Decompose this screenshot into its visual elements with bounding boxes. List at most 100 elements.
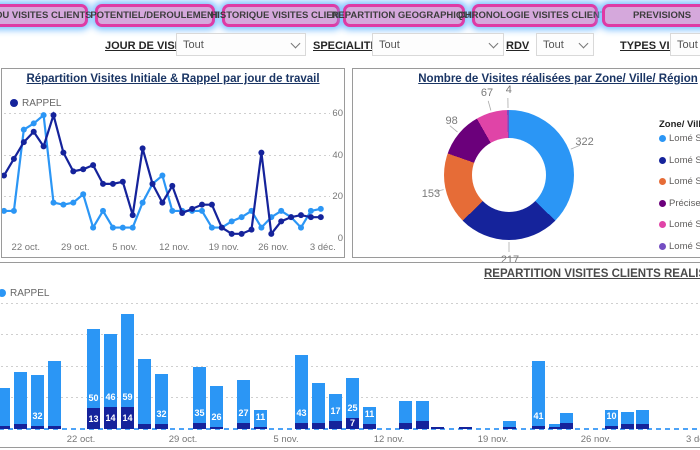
bar-value-label: 32 <box>154 409 170 419</box>
bar-value-label: 17 <box>328 406 344 416</box>
nav-tab-previsions[interactable]: PREVISIONS <box>602 4 700 27</box>
filter-dropdown-0[interactable]: Tout <box>176 33 306 56</box>
bar-segment-dark <box>210 427 223 429</box>
bar-segment-dark <box>503 427 516 429</box>
filter-value-3: Tout <box>677 39 700 51</box>
dashboard: ENDU VISITES CLIENTS POTENTIEL/DEROULEMEN… <box>0 0 700 450</box>
bar-chart-panel: REPARTITION VISITES CLIENTS REALISEES PA… <box>0 262 700 448</box>
bar-segment-dark <box>237 423 250 429</box>
bar-value-label: 11 <box>253 412 269 422</box>
legend-dot <box>659 200 666 207</box>
x-axis-label: 26 nov. <box>576 434 616 445</box>
bar-segment-dark <box>295 423 308 429</box>
filter-label-2: RDV <box>506 40 529 52</box>
bar-value-label: 41 <box>531 411 547 421</box>
bar-segment-light <box>636 410 649 424</box>
bar-segment-dark <box>399 423 412 429</box>
nav-tab-historique-visites-clients[interactable]: HISTORIQUE VISITES CLIENTS <box>222 4 340 27</box>
filter-value-2: Tout <box>543 39 580 51</box>
bar-segment-light <box>48 361 61 426</box>
bar-segment-light <box>416 401 429 422</box>
x-axis-label: 19 nov. <box>473 434 513 445</box>
bar-segment-dark <box>31 426 44 429</box>
bar-value-label: 25 <box>345 403 361 413</box>
line-series-svg <box>2 69 346 259</box>
bar-value-label: 35 <box>192 408 208 418</box>
nav-tab-chronologie-visites-clients[interactable]: CHRONOLOGIE VISITES CLIENTS <box>472 4 598 27</box>
legend-dot <box>659 135 666 142</box>
nav-tab-endu-visites-clients[interactable]: ENDU VISITES CLIENTS <box>0 4 88 27</box>
filter-value-0: Tout <box>183 39 292 51</box>
bar-segment-dark <box>636 424 649 429</box>
bar-segment-light <box>312 383 325 423</box>
bar-segment-light <box>14 372 27 424</box>
bar-segment-light <box>560 413 573 422</box>
bar-segment-dark <box>138 424 151 429</box>
filter-dropdown-3[interactable]: Tout <box>670 33 700 56</box>
bar-segment-dark <box>14 424 27 429</box>
bar-value-label: 50 <box>86 393 102 403</box>
legend-label: Lomé Sec <box>669 155 700 166</box>
donut-chart-plot: 32221715398674 <box>353 69 700 259</box>
bar-value-label-dark: 7 <box>345 418 361 428</box>
legend-label: Lomé Sec <box>669 241 700 252</box>
bar-segment-dark <box>312 423 325 429</box>
x-axis-label: 3 déc. <box>679 434 700 445</box>
bar-segment-light <box>138 359 151 424</box>
bar-value-label: 59 <box>120 392 136 402</box>
legend-dot <box>659 178 666 185</box>
chevron-down-icon <box>489 38 499 48</box>
legend-label: Lomé Sec <box>669 133 700 144</box>
x-axis-label: 5 nov. <box>266 434 306 445</box>
bar-segment-dark <box>48 426 61 429</box>
legend-dot <box>659 221 666 228</box>
filter-value-1: Tout <box>379 39 490 51</box>
donut-value-label: 322 <box>575 136 601 148</box>
bar-segment-light <box>0 388 10 426</box>
bar-chart-plot: 22 oct. 29 oct. 5 nov. 12 nov. 19 nov. 26 nov… <box>0 263 700 449</box>
donut-value-label: 98 <box>432 115 458 127</box>
bar-segment-dark <box>155 424 168 429</box>
bar-value-label-dark: 14 <box>120 413 136 423</box>
bar-value-label: 11 <box>362 409 378 419</box>
bar-value-label-dark: 14 <box>103 413 119 423</box>
donut-legend-item: Lomé Sec <box>659 133 700 144</box>
bar-segment-dark <box>605 426 618 429</box>
bar-segment-dark <box>621 424 634 429</box>
gridline <box>0 303 700 304</box>
bar-value-label: 26 <box>209 412 225 422</box>
filter-dropdown-2[interactable]: Tout <box>536 33 594 56</box>
donut-value-label: 4 <box>496 84 522 96</box>
donut-legend-item: Précisez... <box>659 198 700 209</box>
donut-legend-item: Lomé Sec <box>659 241 700 252</box>
legend-label: Lomé Sec <box>669 219 700 230</box>
bar-segment-dark <box>254 427 267 429</box>
line-chart-plot: 020406022 oct.29 oct.5 nov.12 nov.19 nov… <box>2 69 346 259</box>
bar-segment-light <box>621 412 634 425</box>
bar-segment-light <box>399 401 412 423</box>
legend-label: Précisez... <box>669 198 700 209</box>
nav-tab-repartition-geographique[interactable]: REPARTITION GEOGRAPHIQUE <box>343 4 465 27</box>
bar-segment-dark <box>363 424 376 429</box>
line-chart-panel: Répartition Visites Initiale & Rappel pa… <box>1 68 345 258</box>
donut-value-label: 153 <box>414 188 440 200</box>
donut-legend-item: Lomé Sec <box>659 176 700 187</box>
legend-label: Lomé Sec <box>669 176 700 187</box>
nav-tab-potentiel-deroulement[interactable]: POTENTIEL/DEROULEMENT <box>95 4 215 27</box>
donut-legend-item: Lomé Sec <box>659 155 700 166</box>
legend-dot <box>659 243 666 250</box>
x-axis-label: 29 oct. <box>163 434 203 445</box>
bar-value-label-dark: 13 <box>86 414 102 424</box>
x-axis-label: 12 nov. <box>369 434 409 445</box>
filter-dropdown-1[interactable]: Tout <box>372 33 504 56</box>
bar-segment-dark <box>431 427 444 429</box>
legend-dot <box>659 157 666 164</box>
donut-legend-item: Lomé Sec <box>659 219 700 230</box>
x-axis-label: 22 oct. <box>61 434 101 445</box>
bar-value-label: 32 <box>30 411 46 421</box>
bar-segment-dark <box>193 423 206 429</box>
bar-segment-dark <box>560 423 573 429</box>
donut-legend-title: Zone/ Ville <box>659 119 700 130</box>
bar-value-label: 43 <box>294 408 310 418</box>
bar-segment-dark <box>532 426 545 429</box>
